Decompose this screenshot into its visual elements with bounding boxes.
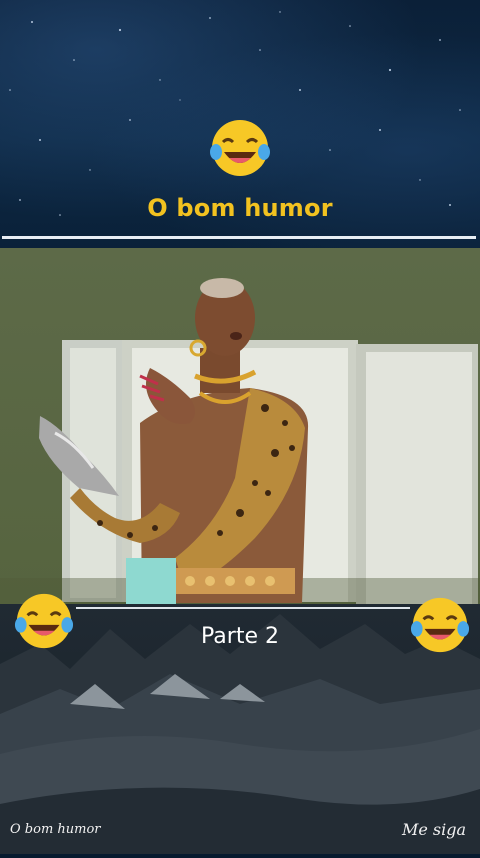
watermark-channel-name: O bom humor [10, 822, 101, 837]
dancer-scene [0, 278, 480, 604]
laughing-crying-face-icon [210, 120, 270, 176]
laughing-crying-face-icon [410, 597, 470, 653]
divider-line [2, 236, 476, 239]
video-frame: O bom humor Parte 2 O bom humor Me siga [0, 0, 480, 854]
video-clip[interactable] [0, 248, 480, 604]
divider-line-bottom [76, 607, 410, 609]
follow-me-text[interactable]: Me siga [402, 820, 466, 839]
page-title: O bom humor [147, 194, 333, 222]
